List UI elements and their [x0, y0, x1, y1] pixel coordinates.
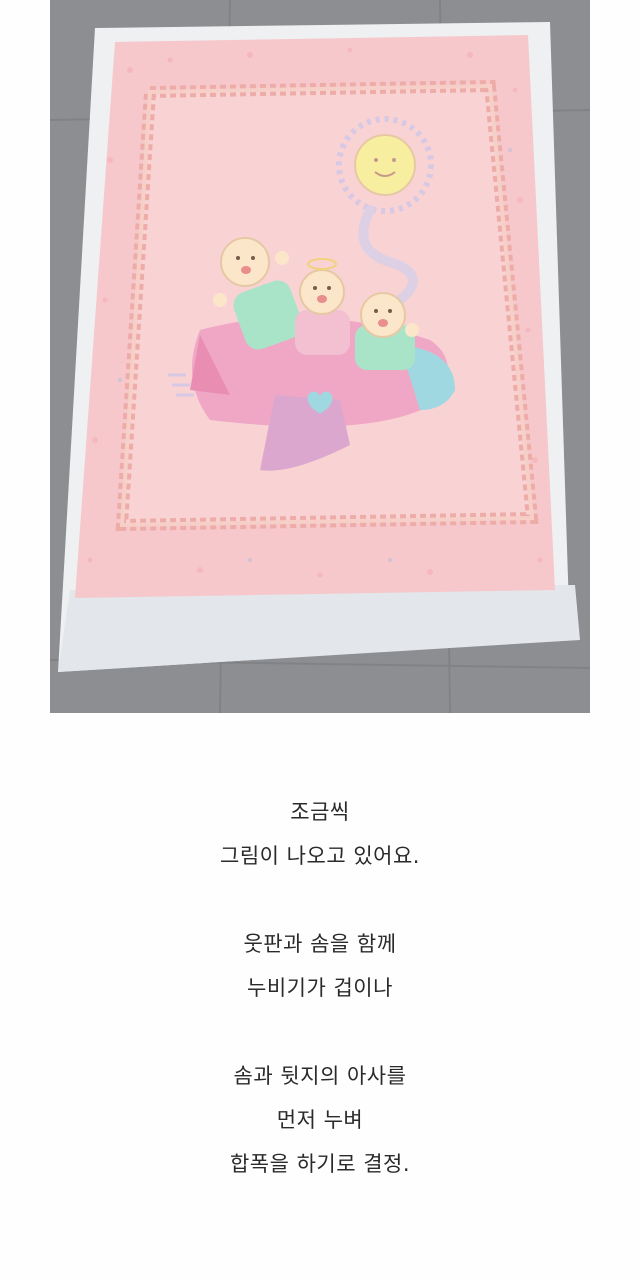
post-page: 조금씩 그림이 나오고 있어요. 웃판과 솜을 함께 누비기가 겁이나 솜과 뒷…: [0, 0, 640, 1280]
caption-line: 조금씩: [290, 800, 350, 824]
caption-line: 합폭을 하기로 결정.: [229, 1152, 411, 1176]
caption-line: 솜과 뒷지의 아사를: [233, 1064, 407, 1088]
quilt-photo: [50, 0, 590, 713]
caption-stanza: 웃판과 솜을 함께 누비기가 겁이나: [0, 922, 640, 1010]
post-caption: 조금씩 그림이 나오고 있어요. 웃판과 솜을 함께 누비기가 겁이나 솜과 뒷…: [0, 790, 640, 1186]
caption-line: 그림이 나오고 있어요.: [220, 844, 420, 868]
caption-line: 먼저 누벼: [276, 1108, 364, 1132]
caption-stanza: 솜과 뒷지의 아사를 먼저 누벼 합폭을 하기로 결정.: [0, 1054, 640, 1186]
caption-line: 누비기가 겁이나: [247, 976, 393, 1000]
caption-stanza: 조금씩 그림이 나오고 있어요.: [0, 790, 640, 878]
caption-line: 웃판과 솜을 함께: [243, 932, 397, 956]
